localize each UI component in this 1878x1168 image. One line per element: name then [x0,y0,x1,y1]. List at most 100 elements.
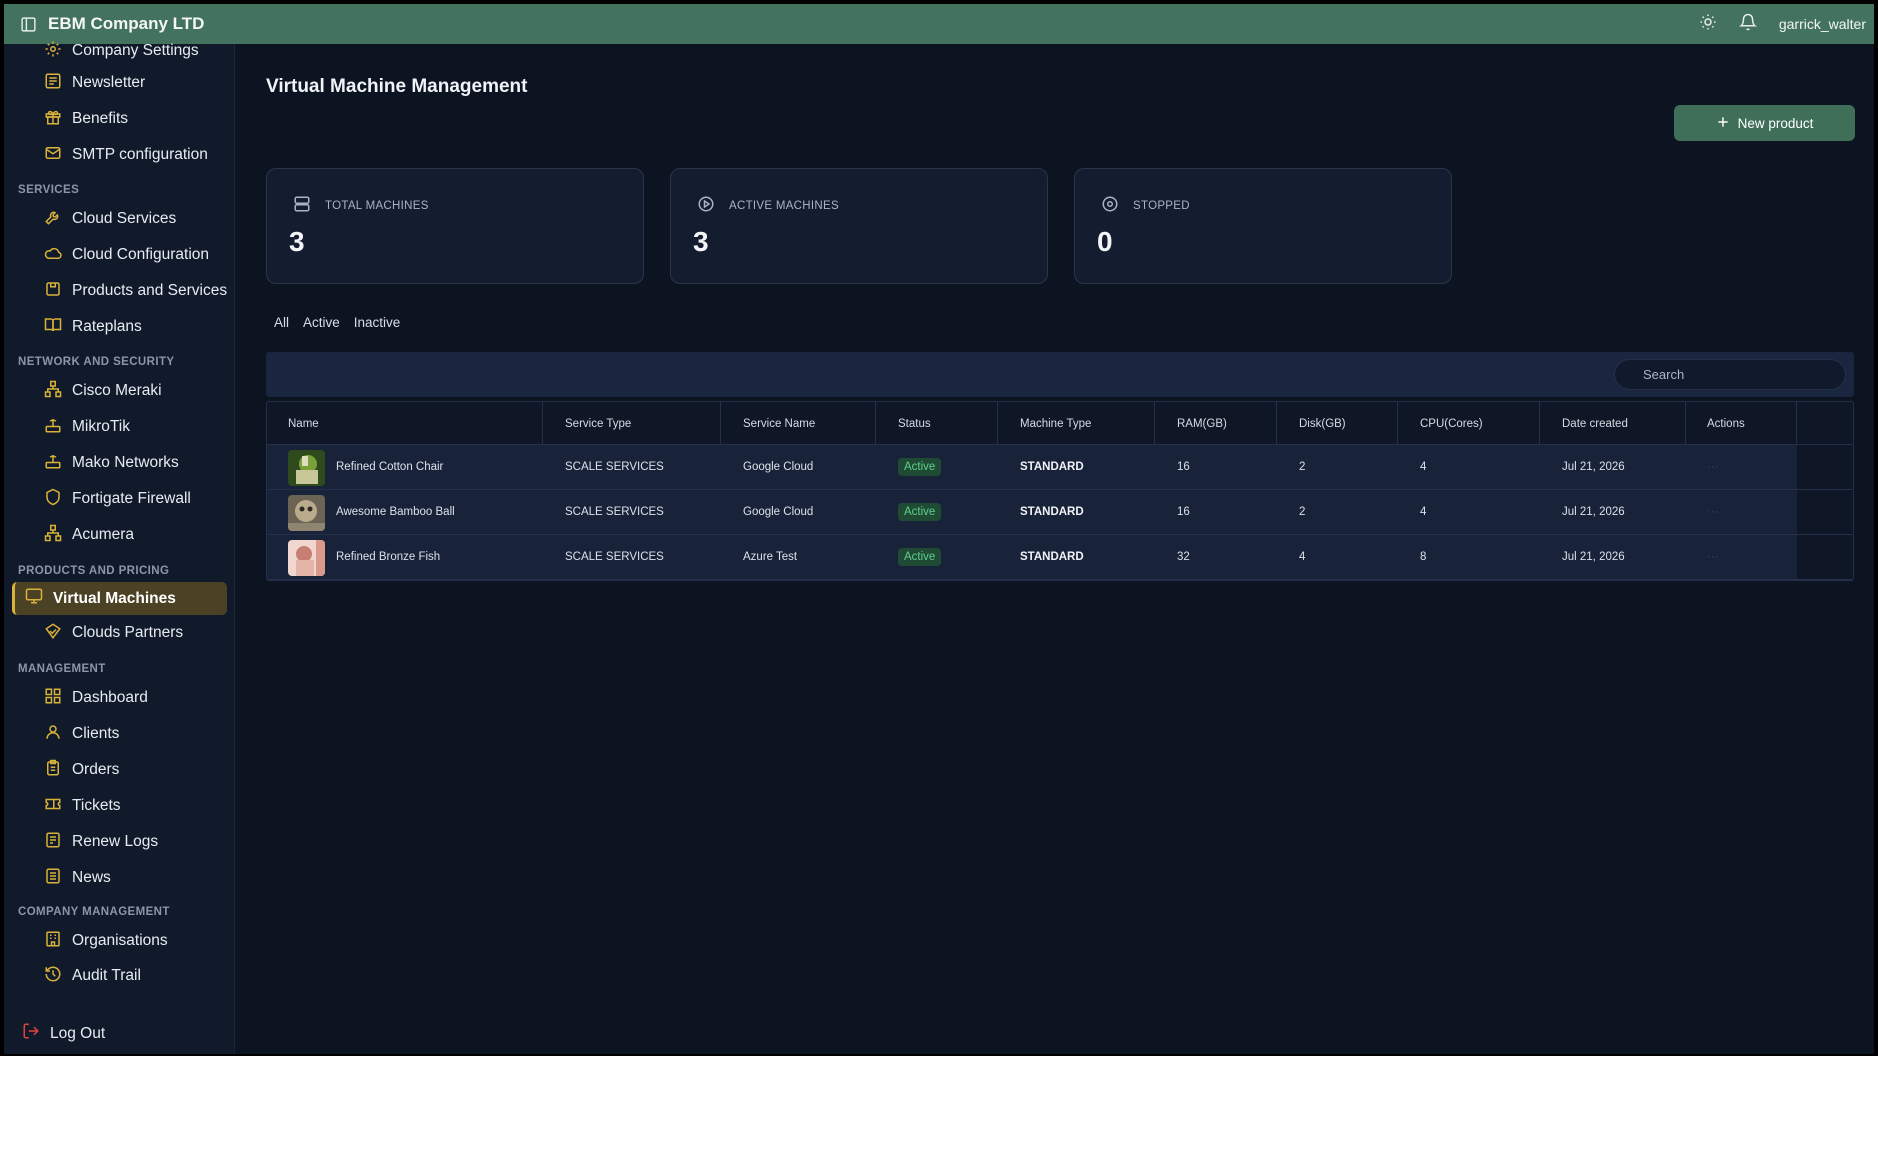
ticket-icon [44,795,62,818]
sidebar-item-label: Renew Logs [72,833,159,850]
notification-bell-icon[interactable] [1738,13,1758,36]
sidebar-item-mikrotik[interactable]: MikroTik [44,413,130,441]
new-product-button[interactable]: New product [1674,105,1855,141]
sidebar-item-fortigate-firewall[interactable]: Fortigate Firewall [44,485,191,513]
server-icon [293,195,311,216]
sidebar-item-newsletter[interactable]: Newsletter [44,69,145,97]
row-actions-menu[interactable]: ··· [1707,535,1719,579]
company-brand: EBM Company LTD [48,14,205,33]
cell-date-created: Jul 21, 2026 [1562,506,1625,518]
row-actions-menu[interactable]: ··· [1707,445,1719,489]
sidebar-item-organisations[interactable]: Organisations [44,927,168,955]
column-header-name[interactable]: Name [288,402,319,445]
sidebar: Company Settings Newsletter Benefits SMT… [4,41,235,1054]
column-header-status[interactable]: Status [898,402,931,445]
cell-ram: 32 [1177,551,1190,563]
tab-all[interactable]: All [274,315,289,330]
top-bar: EBM Company LTD garrick_walter [4,4,1874,44]
sidebar-item-products-and-services[interactable]: Products and Services [44,277,227,305]
package-icon [44,280,62,303]
sidebar-item-tickets[interactable]: Tickets [44,792,121,820]
stop-circle-icon [1101,195,1119,216]
sidebar-item-label: Company Settings [72,42,199,59]
router-icon [44,452,62,475]
row-actions-menu[interactable]: ··· [1707,490,1719,534]
cell-status: Active [898,445,942,489]
column-divider [1539,402,1540,445]
sidebar-item-clouds-partners[interactable]: Clouds Partners [44,619,183,647]
tab-inactive[interactable]: Inactive [354,315,401,330]
sidebar-item-label: Organisations [72,932,168,949]
cell-ram: 16 [1177,461,1190,473]
user-menu[interactable]: garrick_walter [1779,16,1866,32]
sidebar-item-dashboard[interactable]: Dashboard [44,684,148,712]
column-header-service-name[interactable]: Service Name [743,402,815,445]
sidebar-item-label: Cisco Meraki [72,382,162,399]
log-icon [44,831,62,854]
vm-table: Name Service Type Service Name Status Ma… [266,401,1854,581]
column-header-machine-type[interactable]: Machine Type [1020,402,1091,445]
cell-disk: 2 [1299,506,1306,518]
cell-date-created: Jul 21, 2026 [1562,461,1625,473]
table-row[interactable]: Refined Bronze Fish SCALE SERVICES Azure… [267,535,1853,580]
book-icon [44,316,62,339]
sidebar-item-renew-logs[interactable]: Renew Logs [44,828,158,856]
settings-icon [44,40,62,63]
sidebar-item-clients[interactable]: Clients [44,720,119,748]
table-row[interactable]: Refined Cotton Chair SCALE SERVICES Goog… [267,445,1853,490]
sidebar-toggle-icon[interactable] [18,14,38,34]
sidebar-section-services: SERVICES [18,184,80,196]
sidebar-item-mako-networks[interactable]: Mako Networks [44,449,179,477]
cell-date-created: Jul 21, 2026 [1562,551,1625,563]
sidebar-item-benefits[interactable]: Benefits [44,105,128,133]
column-divider [1796,402,1797,445]
sidebar-item-label: Clouds Partners [72,624,184,641]
sidebar-item-rateplans[interactable]: Rateplans [44,313,142,341]
wrench-icon [44,208,62,231]
column-divider [1276,402,1277,445]
logout-button[interactable]: Log Out [22,1022,105,1045]
sidebar-item-smtp-configuration[interactable]: SMTP configuration [44,141,208,169]
gift-icon [44,108,62,131]
status-badge: Active [898,458,942,476]
column-header-disk[interactable]: Disk(GB) [1299,402,1346,445]
column-header-actions: Actions [1707,417,1745,430]
cell-cpu: 8 [1420,551,1427,563]
cell-service-type: SCALE SERVICES [565,506,664,518]
column-header-service-type[interactable]: Service Type [565,402,631,445]
cell-name: Refined Bronze Fish [336,551,441,563]
column-header-date-created[interactable]: Date created [1562,402,1628,445]
more-icon: ··· [1707,551,1719,563]
search-input[interactable] [1614,359,1846,390]
sidebar-item-cloud-services[interactable]: Cloud Services [44,205,176,233]
column-header-ram[interactable]: RAM(GB) [1177,402,1227,445]
sidebar-item-label: Clients [72,725,120,742]
sidebar-item-audit-trail[interactable]: Audit Trail [44,962,141,990]
newsletter-icon [44,72,62,95]
stat-card-active: ACTIVE MACHINES 3 [670,168,1048,284]
cell-service-name: Azure Test [743,551,798,563]
sidebar-item-company-settings[interactable]: Company Settings [44,37,199,65]
network-icon [44,380,62,403]
sidebar-item-cisco-meraki[interactable]: Cisco Meraki [44,377,162,405]
theme-toggle-icon[interactable] [1699,13,1717,36]
sidebar-section-network: NETWORK AND SECURITY [18,356,175,368]
column-divider [875,402,876,445]
building-icon [44,930,62,953]
tab-active[interactable]: Active [303,315,340,330]
column-header-cpu[interactable]: CPU(Cores) [1420,402,1483,445]
sidebar-item-virtual-machines[interactable]: Virtual Machines [12,582,227,615]
table-row[interactable]: Awesome Bamboo Ball SCALE SERVICES Googl… [267,490,1853,535]
product-thumbnail [288,450,325,486]
stat-label: ACTIVE MACHINES [729,199,839,212]
dashboard-icon [44,687,62,710]
page-title: Virtual Machine Management [266,76,528,97]
table-header: Name Service Type Service Name Status Ma… [267,402,1853,445]
sidebar-item-acumera[interactable]: Acumera [44,521,134,549]
cell-service-name: Google Cloud [743,461,814,473]
sidebar-item-cloud-configuration[interactable]: Cloud Configuration [44,241,209,269]
monitor-icon [25,587,43,610]
sidebar-item-label: SMTP configuration [72,146,208,163]
sidebar-item-orders[interactable]: Orders [44,756,119,784]
sidebar-item-news[interactable]: News [44,864,111,892]
